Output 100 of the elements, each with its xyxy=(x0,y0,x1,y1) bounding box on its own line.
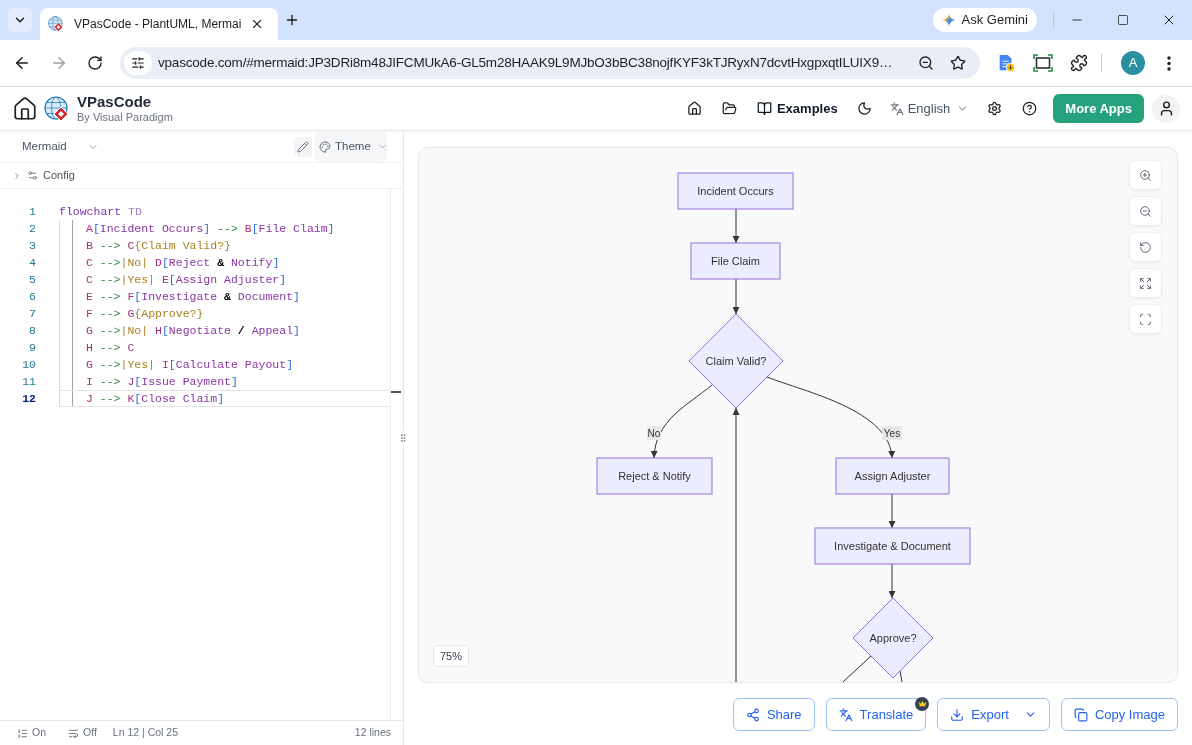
user-button[interactable] xyxy=(1152,94,1180,123)
puzzle-icon xyxy=(1070,54,1088,72)
line-number: 9 xyxy=(28,340,36,356)
browser-tab[interactable]: VPasCode - PlantUML, Mermai xyxy=(40,8,278,40)
share-button[interactable]: Share xyxy=(732,698,815,731)
line-number: 3 xyxy=(28,238,36,254)
profile-avatar[interactable]: A xyxy=(1121,51,1145,75)
connector-line xyxy=(842,655,872,682)
export-button[interactable]: Export xyxy=(937,698,1050,731)
translate-icon xyxy=(889,101,904,116)
home-icon xyxy=(687,101,703,116)
maximize-icon xyxy=(1117,14,1129,26)
copy-button[interactable]: Copy Image xyxy=(1060,698,1178,731)
ask-gemini-button[interactable]: Ask Gemini xyxy=(932,8,1037,32)
line-number: 2 xyxy=(28,221,36,237)
sparkle-icon xyxy=(941,13,956,27)
sliders-icon xyxy=(27,170,38,181)
code-line: H --> C xyxy=(86,339,135,356)
site-info-icon[interactable] xyxy=(124,51,152,75)
star-icon[interactable] xyxy=(950,55,966,71)
translate-icon xyxy=(838,707,853,722)
line-number: 7 xyxy=(28,306,36,322)
fit-view-button[interactable] xyxy=(1129,268,1162,298)
folder-icon xyxy=(722,101,738,116)
translate-button[interactable]: Translate xyxy=(825,698,927,731)
screen-capture-icon xyxy=(1033,54,1053,72)
decision-node: Claim Valid? xyxy=(688,313,784,409)
line-count: 12 lines xyxy=(354,725,391,741)
tab-list-button[interactable] xyxy=(8,8,32,32)
pencil-icon xyxy=(297,140,309,153)
line-number: 11 xyxy=(21,374,36,390)
tab-title: VPasCode - PlantUML, Mermai xyxy=(74,16,243,33)
help-icon xyxy=(1021,101,1037,116)
book-icon xyxy=(756,101,772,116)
code-line: C -->|No| D[Reject & Notify] xyxy=(86,254,280,271)
url-text: vpascode.com/#mermaid:JP3DRi8m48JIFCMUkA6-GL5m28HAAK9L9MJbO3bBC38nojfKYF3kTJRyxN7dcvtHxgpxqtILUIX9… xyxy=(158,53,894,72)
zoom-in-icon xyxy=(1139,168,1152,182)
settings-icon xyxy=(986,101,1002,116)
zoom-out-icon xyxy=(1139,204,1152,218)
zoom-in-button[interactable] xyxy=(1129,160,1162,190)
share-icon xyxy=(745,707,760,722)
line-number: 10 xyxy=(21,357,36,373)
brand-name: VPasCode xyxy=(77,94,153,109)
document-download-icon xyxy=(997,54,1015,72)
code-line: B --> C{Claim Valid?} xyxy=(86,237,231,254)
line-number: 4 xyxy=(28,255,36,271)
plus-icon xyxy=(284,12,300,28)
wrap-icon xyxy=(68,727,79,739)
zoom-out-icon[interactable] xyxy=(918,55,934,71)
line-number: 5 xyxy=(28,272,36,288)
language-select[interactable]: Mermaid xyxy=(14,133,107,160)
zoom-level: 75% xyxy=(433,645,469,667)
globe-logo-icon xyxy=(44,95,70,122)
address-bar[interactable]: vpascode.com/#mermaid:JP3DRi8m48JIFCMUkA6-GL5m28HAAK9L9MJbO3bBC38nojfKYF3kTJRyxN7dcvtHxgpxqtILUIX9… xyxy=(120,47,980,79)
process-node: Reject & Notify xyxy=(596,457,713,495)
word-wrap-status[interactable]: Off xyxy=(83,725,97,741)
code-line: F --> G{Approve?} xyxy=(86,305,204,322)
code-line: J --> K[Close Claim] xyxy=(86,390,225,407)
process-node: Incident Occurs xyxy=(677,172,794,210)
config-toggle[interactable]: Config xyxy=(0,163,403,189)
line-number: 8 xyxy=(28,323,36,339)
connector-arrow xyxy=(888,493,896,529)
connector-arrow xyxy=(888,563,896,599)
edit-button[interactable] xyxy=(294,136,312,157)
moon-icon xyxy=(857,101,873,116)
brand-tagline: By Visual Paradigm xyxy=(77,112,173,123)
code-line: flowchart TD xyxy=(59,203,142,220)
palette-icon xyxy=(319,140,331,153)
drag-handle-icon[interactable] xyxy=(398,433,408,443)
home-icon[interactable] xyxy=(12,95,38,122)
copy-icon xyxy=(1073,707,1088,722)
diagram-canvas[interactable]: Incident Occurs File Claim Claim Valid? Reject & Notify Assign Adjuster Investigate & Document Approve? No Yes 75% xyxy=(418,147,1178,683)
fullscreen-icon xyxy=(1139,312,1152,326)
process-node: Investigate & Document xyxy=(814,527,971,565)
decision-node: Approve? xyxy=(852,597,934,679)
line-number: 12 xyxy=(21,391,36,407)
expand-arrows-icon xyxy=(1139,276,1152,290)
menu-icon xyxy=(1167,55,1171,71)
process-node: Assign Adjuster xyxy=(835,457,950,495)
rotate-left-icon xyxy=(1139,240,1152,254)
cursor-position: Ln 12 | Col 25 xyxy=(112,725,179,741)
chevron-right-icon xyxy=(12,170,22,181)
code-line: G -->|Yes| I[Calculate Payout] xyxy=(86,356,294,373)
close-icon[interactable] xyxy=(250,17,264,31)
connector-arrow xyxy=(732,278,740,315)
edge-label: Yes xyxy=(882,426,902,440)
code-line: E --> F[Investigate & Document] xyxy=(86,288,300,305)
line-number: 1 xyxy=(28,204,36,220)
reset-view-button[interactable] xyxy=(1129,232,1162,262)
examples-button[interactable]: Examples xyxy=(750,94,844,123)
edge-label: No xyxy=(647,426,661,440)
process-node: File Claim xyxy=(690,242,781,280)
download-icon xyxy=(950,707,965,722)
cursor-marker xyxy=(391,391,401,393)
list-numbers-icon xyxy=(17,727,28,739)
theme-button[interactable]: Theme xyxy=(315,131,387,162)
language-select[interactable]: English xyxy=(885,94,974,123)
line-numbers-status[interactable]: On xyxy=(32,725,46,741)
code-line: I --> J[Issue Payment] xyxy=(86,373,238,390)
globe-logo-icon xyxy=(48,16,64,32)
